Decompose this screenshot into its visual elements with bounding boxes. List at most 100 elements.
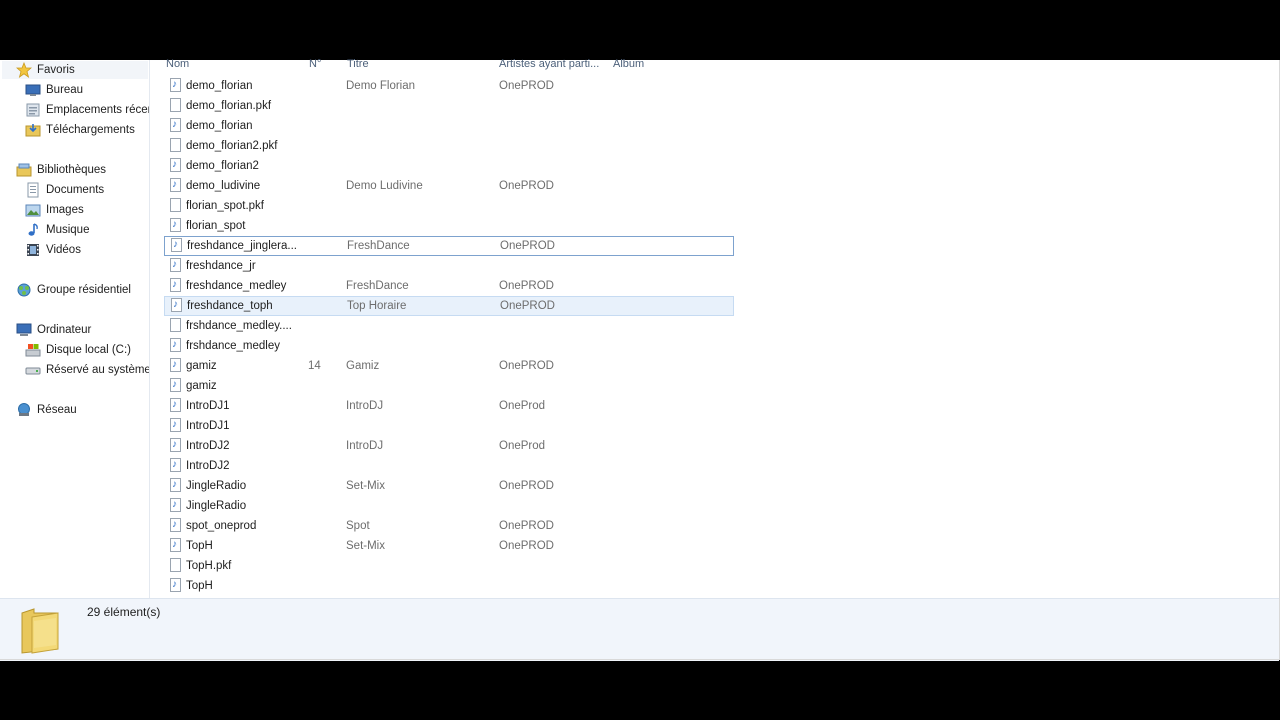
blank-file-icon bbox=[170, 98, 181, 112]
music-note-icon bbox=[25, 222, 41, 238]
file-row[interactable]: ♪ TopH Set-Mix OnePROD bbox=[164, 536, 734, 556]
audio-file-icon: ♪ bbox=[171, 298, 182, 312]
file-name: IntroDJ2 bbox=[186, 460, 230, 472]
nav-bibliotheques[interactable]: Bibliothèques bbox=[16, 160, 148, 180]
nav-item-musique[interactable]: Musique bbox=[25, 220, 149, 240]
file-title: Set-Mix bbox=[346, 480, 385, 492]
local-disk-icon bbox=[25, 342, 41, 358]
file-name: florian_spot.pkf bbox=[186, 200, 264, 212]
column-header-album[interactable]: Album bbox=[613, 56, 644, 72]
file-row[interactable]: ♪ IntroDJ2 IntroDJ OneProd bbox=[164, 436, 734, 456]
navigation-pane: Favoris Bureau Emplacements récents Télé… bbox=[0, 60, 150, 598]
nav-item-reserve-systeme[interactable]: Réservé au système bbox=[25, 360, 149, 380]
audio-file-icon: ♪ bbox=[170, 518, 181, 532]
file-row[interactable]: ♪ florian_spot bbox=[164, 216, 734, 236]
file-name: TopH bbox=[186, 580, 213, 592]
file-row[interactable]: ♪ spot_oneprod Spot OnePROD bbox=[164, 516, 734, 536]
file-title: Set-Mix bbox=[346, 540, 385, 552]
file-name: demo_florian.pkf bbox=[186, 100, 272, 112]
column-header-number[interactable]: N° bbox=[309, 56, 321, 72]
audio-file-icon: ♪ bbox=[170, 358, 181, 372]
audio-file-icon: ♪ bbox=[170, 538, 181, 552]
libraries-icon bbox=[16, 162, 32, 178]
file-row[interactable]: ♪ frshdance_medley bbox=[164, 336, 734, 356]
homegroup-icon bbox=[16, 282, 32, 298]
file-row[interactable]: ♪ gamiz bbox=[164, 376, 734, 396]
file-name: TopH.pkf bbox=[186, 560, 232, 572]
documents-icon bbox=[25, 182, 41, 198]
column-header-name[interactable]: Nom bbox=[166, 56, 189, 72]
audio-file-icon: ♪ bbox=[170, 498, 181, 512]
audio-file-icon: ♪ bbox=[170, 378, 181, 392]
file-row[interactable]: ♪ freshdance_jinglera... FreshDance OnePROD bbox=[164, 236, 734, 256]
nav-item-bureau[interactable]: Bureau bbox=[25, 80, 149, 100]
nav-item-disque-local[interactable]: Disque local (C:) bbox=[25, 340, 149, 360]
file-name: demo_florian bbox=[186, 120, 253, 132]
file-name: gamiz bbox=[186, 380, 217, 392]
star-icon bbox=[16, 61, 33, 78]
file-title: Demo Florian bbox=[346, 80, 416, 92]
file-artist: OnePROD bbox=[499, 180, 554, 192]
file-title: FreshDance bbox=[346, 280, 409, 292]
nav-item-documents[interactable]: Documents bbox=[25, 180, 149, 200]
file-name: frshdance_medley bbox=[186, 340, 280, 352]
nav-groupe-residentiel[interactable]: Groupe résidentiel bbox=[16, 280, 148, 300]
nav-reseau[interactable]: Réseau bbox=[16, 400, 148, 420]
nav-item-videos[interactable]: Vidéos bbox=[25, 240, 149, 260]
audio-file-icon: ♪ bbox=[170, 258, 181, 272]
file-row[interactable]: ♪ IntroDJ1 IntroDJ OneProd bbox=[164, 396, 734, 416]
file-name: freshdance_jinglera... bbox=[187, 240, 297, 252]
file-artist: OnePROD bbox=[499, 360, 554, 372]
audio-file-icon: ♪ bbox=[170, 78, 181, 92]
audio-file-icon: ♪ bbox=[170, 218, 181, 232]
file-artist: OnePROD bbox=[499, 80, 554, 92]
file-row[interactable]: ♪ demo_florian bbox=[164, 116, 734, 136]
file-row[interactable]: demo_florian2.pkf bbox=[164, 136, 734, 156]
column-header-title[interactable]: Titre bbox=[347, 56, 369, 72]
file-artist: OnePROD bbox=[499, 480, 554, 492]
images-icon bbox=[25, 202, 41, 218]
file-artist: OnePROD bbox=[500, 240, 555, 252]
file-row[interactable]: ♪ TopH bbox=[164, 576, 734, 596]
file-row[interactable]: ♪ freshdance_medley FreshDance OnePROD bbox=[164, 276, 734, 296]
audio-file-icon: ♪ bbox=[170, 338, 181, 352]
nav-item-telechargements[interactable]: Téléchargements bbox=[25, 120, 149, 140]
file-title: Spot bbox=[346, 520, 370, 532]
file-row[interactable]: ♪ demo_florian Demo Florian OnePROD bbox=[164, 76, 734, 96]
file-row[interactable]: ♪ IntroDJ1 bbox=[164, 416, 734, 436]
nav-item-images[interactable]: Images bbox=[25, 200, 149, 220]
file-row[interactable]: florian_spot.pkf bbox=[164, 196, 734, 216]
file-row[interactable]: ♪ freshdance_toph Top Horaire OnePROD bbox=[164, 296, 734, 316]
audio-file-icon: ♪ bbox=[170, 398, 181, 412]
file-artist: OnePROD bbox=[499, 280, 554, 292]
file-title: Top Horaire bbox=[347, 300, 407, 312]
recent-places-icon bbox=[25, 102, 41, 118]
column-header-artists[interactable]: Artistes ayant parti... bbox=[499, 56, 599, 72]
file-name: demo_florian bbox=[186, 80, 253, 92]
file-row[interactable]: ♪ demo_florian2 bbox=[164, 156, 734, 176]
file-row[interactable]: ♪ demo_ludivine Demo Ludivine OnePROD bbox=[164, 176, 734, 196]
file-name: IntroDJ1 bbox=[186, 420, 230, 432]
file-row[interactable]: ♪ gamiz 14 Gamiz OnePROD bbox=[164, 356, 734, 376]
file-name: gamiz bbox=[186, 360, 217, 372]
file-row[interactable]: demo_florian.pkf bbox=[164, 96, 734, 116]
file-row[interactable]: ♪ JingleRadio Set-Mix OnePROD bbox=[164, 476, 734, 496]
nav-favorites[interactable]: Favoris bbox=[16, 60, 148, 80]
file-row[interactable]: frshdance_medley.... bbox=[164, 316, 734, 336]
nav-item-emplacements-recents[interactable]: Emplacements récents bbox=[25, 100, 149, 120]
computer-icon bbox=[16, 322, 32, 338]
folder-icon bbox=[18, 605, 64, 655]
file-name: demo_florian2 bbox=[186, 160, 259, 172]
blank-file-icon bbox=[170, 558, 181, 572]
audio-file-icon: ♪ bbox=[170, 158, 181, 172]
blank-file-icon bbox=[170, 198, 181, 212]
audio-file-icon: ♪ bbox=[171, 238, 182, 252]
file-row[interactable]: ♪ JingleRadio bbox=[164, 496, 734, 516]
audio-file-icon: ♪ bbox=[170, 458, 181, 472]
audio-file-icon: ♪ bbox=[170, 118, 181, 132]
file-name: frshdance_medley.... bbox=[186, 320, 292, 332]
file-row[interactable]: ♪ IntroDJ2 bbox=[164, 456, 734, 476]
file-row[interactable]: TopH.pkf bbox=[164, 556, 734, 576]
file-row[interactable]: ♪ freshdance_jr bbox=[164, 256, 734, 276]
nav-ordinateur[interactable]: Ordinateur bbox=[16, 320, 148, 340]
